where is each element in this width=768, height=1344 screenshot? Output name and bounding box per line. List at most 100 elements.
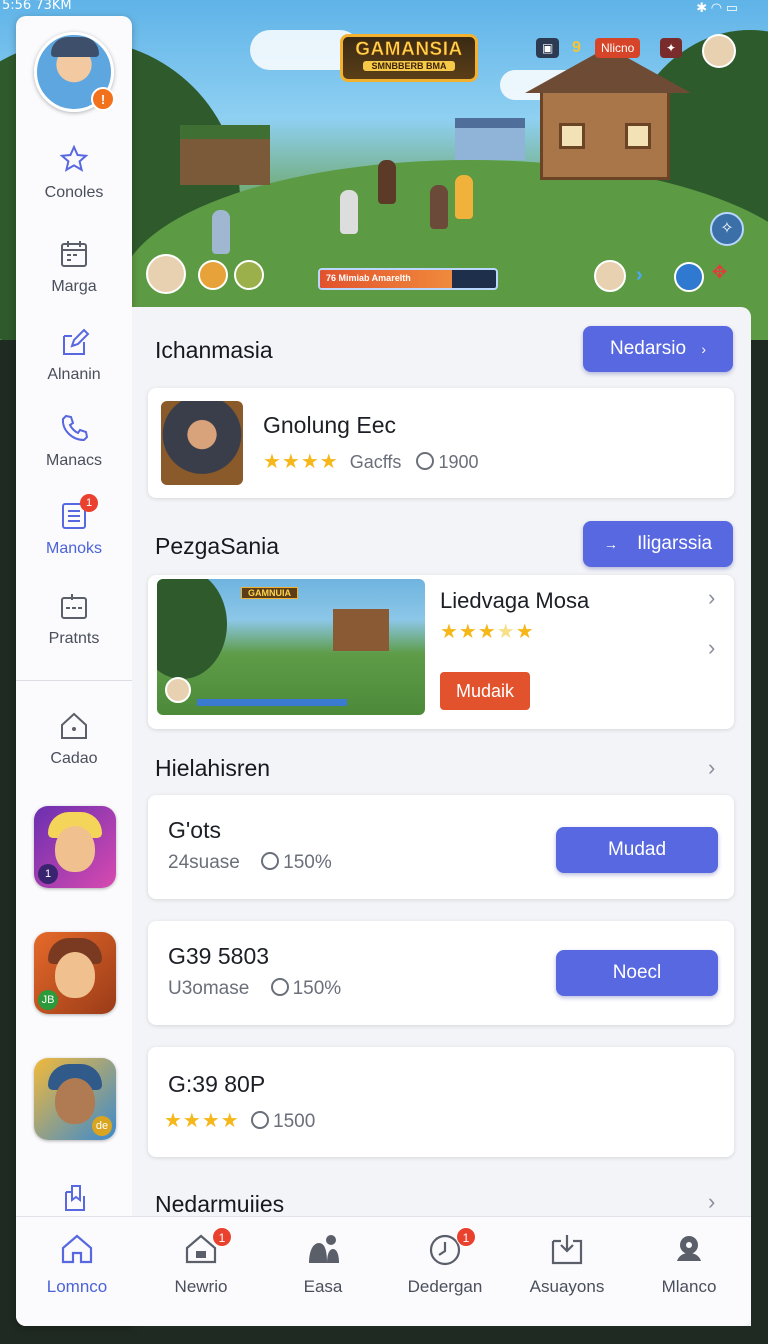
gift-icon[interactable]: ✦ — [660, 38, 683, 58]
sidebar-item-label: Manacs — [45, 452, 103, 469]
player-avatar[interactable] — [702, 34, 736, 68]
list-item-button[interactable]: Noecl — [556, 950, 718, 996]
window — [625, 123, 651, 149]
nav-newrio[interactable]: 1 Newrio — [140, 1227, 262, 1297]
nav-asuayons[interactable]: Asuayons — [506, 1231, 628, 1297]
player-portrait[interactable] — [146, 254, 186, 294]
progress-bar: 76 Mimiab Amarelth — [318, 268, 498, 290]
orb-icon[interactable] — [234, 260, 264, 290]
list-item-meta-row: U3omase 150% — [168, 978, 341, 1000]
inventory-icon[interactable]: ▣ — [536, 38, 560, 58]
bottom-nav: Lomnco 1 Newrio Easa 1 Dedergan Asuayons… — [16, 1216, 751, 1326]
nav-label: Easa — [303, 1277, 343, 1296]
rating-stars: ★★★★ — [164, 1110, 240, 1132]
section2-action-button[interactable]: → Iligarssia — [583, 521, 733, 567]
nav-mlanco[interactable]: Mlanco — [628, 1231, 750, 1297]
phone-icon — [61, 414, 89, 442]
video-game-card[interactable]: GAMNUIA Liedvaga Mosa ★★★★★ Mudaik › › — [148, 575, 734, 729]
sidebar-item-conoles[interactable]: Conoles — [16, 144, 132, 202]
sidebar: ! Conoles Marga Alnanin Manacs 1 Manoks … — [16, 16, 132, 1326]
status-icons: ✱ ◠ ▭ — [696, 0, 738, 15]
thumb-logo: GAMNUIA — [241, 587, 298, 599]
sidebar-item-cadao[interactable]: Cadao — [16, 710, 132, 768]
sidebar-item-manacs[interactable]: Manacs — [16, 412, 132, 470]
avatar-alert-badge: ! — [91, 87, 115, 111]
notification-badge: 1 — [80, 494, 98, 512]
nav-lomnco[interactable]: Lomnco — [16, 1231, 138, 1297]
section-title: Nedarmuiies — [155, 1191, 285, 1217]
arrow-right-icon: → — [603, 536, 618, 552]
section-title: Ichanmasia — [155, 337, 273, 363]
nav-label: Mlanco — [661, 1277, 717, 1296]
nav-label: Newrio — [174, 1277, 228, 1296]
list-item-button[interactable]: Mudad — [556, 827, 718, 873]
profile-icon — [677, 1236, 701, 1261]
window — [559, 123, 585, 149]
sidebar-item-label: Conoles — [44, 184, 104, 201]
progress-label: 76 Mimiab Amarelth — [326, 273, 411, 283]
card-action-button[interactable]: Mudaik — [440, 672, 530, 710]
power-icon[interactable] — [198, 260, 228, 290]
list-item-coins: 150% — [283, 852, 332, 873]
button-label: Nedarsio — [610, 338, 687, 359]
game-icon-orange[interactable]: JB — [34, 932, 116, 1014]
card-title: Gnolung Eec — [263, 412, 396, 438]
home-icon — [61, 1234, 93, 1264]
coin-icon — [416, 452, 438, 472]
game-icon-purple[interactable]: 1 — [34, 806, 116, 888]
chevron-right-icon[interactable]: › — [708, 1189, 715, 1215]
chevron-right-icon[interactable]: › — [708, 635, 715, 661]
list-item-title: G'ots — [168, 817, 221, 843]
sidebar-item-alnanin[interactable]: Alnanin — [16, 326, 132, 384]
sidebar-item-more[interactable] — [16, 1182, 132, 1214]
game-icon-sunrise[interactable]: de — [34, 1058, 116, 1140]
status-time: 5:56 73KM — [2, 0, 72, 13]
nav-easa[interactable]: Easa — [262, 1231, 384, 1297]
cabin — [525, 47, 691, 180]
character-face — [55, 826, 95, 872]
bookmark-icon — [65, 1185, 85, 1211]
card-title: Liedvaga Mosa — [440, 588, 590, 613]
featured-game-card[interactable]: Gnolung Eec ★★★★ Gacffs 1900 — [148, 388, 734, 498]
avatar-hat — [51, 37, 99, 57]
hero-character — [378, 160, 396, 204]
arrow-right-icon[interactable]: › — [636, 264, 666, 294]
blue-house — [455, 118, 525, 160]
home-icon — [61, 712, 87, 739]
character — [340, 190, 358, 234]
sidebar-item-label: Pratnts — [48, 630, 100, 647]
card-meta-row: ★★★★ Gacffs 1900 — [263, 449, 479, 474]
sidebar-item-pratnts[interactable]: Pratnts — [16, 590, 132, 648]
tag-badge: Nlicno — [595, 38, 641, 58]
chevron-right-icon[interactable]: › — [708, 585, 715, 611]
chevron-right-icon: › — [701, 341, 706, 357]
section-title: PezgaSania — [155, 533, 280, 559]
chevron-right-icon[interactable]: › — [708, 755, 715, 781]
game-tag: JB — [38, 990, 58, 1010]
nav-label: Lomnco — [46, 1277, 108, 1296]
cabin — [333, 609, 389, 651]
coin-icon — [251, 1111, 273, 1132]
sidebar-item-label: Manoks — [45, 540, 103, 557]
list-item[interactable]: G:39 80P ★★★★ 1500 — [148, 1047, 734, 1157]
wings-icon[interactable]: ✥ — [712, 262, 742, 292]
section1-action-button[interactable]: Nedarsio › — [583, 326, 733, 372]
profile-avatar[interactable]: ! — [34, 32, 115, 112]
game-tag: de — [92, 1116, 112, 1136]
sidebar-divider — [16, 680, 132, 681]
compass-icon[interactable]: ✧ — [710, 212, 744, 246]
coin-icon — [270, 978, 293, 999]
game-thumbnail — [161, 401, 243, 485]
ally-portrait[interactable] — [594, 260, 626, 292]
game-screenshot-thumbnail: GAMNUIA — [157, 579, 425, 715]
sidebar-item-marga[interactable]: Marga — [16, 238, 132, 296]
nav-dedergan[interactable]: 1 Dedergan — [384, 1227, 506, 1297]
card-meta: Gacffs — [349, 452, 402, 472]
game-logo-subtitle: SMNBBERB BMA — [363, 61, 455, 71]
sidebar-item-manoks[interactable]: 1 Manoks — [16, 494, 132, 558]
list-item[interactable]: G39 5803 U3omase 150% Noecl — [148, 921, 734, 1025]
globe-icon[interactable] — [674, 262, 704, 292]
list-item[interactable]: G'ots 24suase 150% Mudad — [148, 795, 734, 899]
hut — [180, 125, 270, 185]
rating-stars: ★★★★ — [263, 451, 339, 473]
